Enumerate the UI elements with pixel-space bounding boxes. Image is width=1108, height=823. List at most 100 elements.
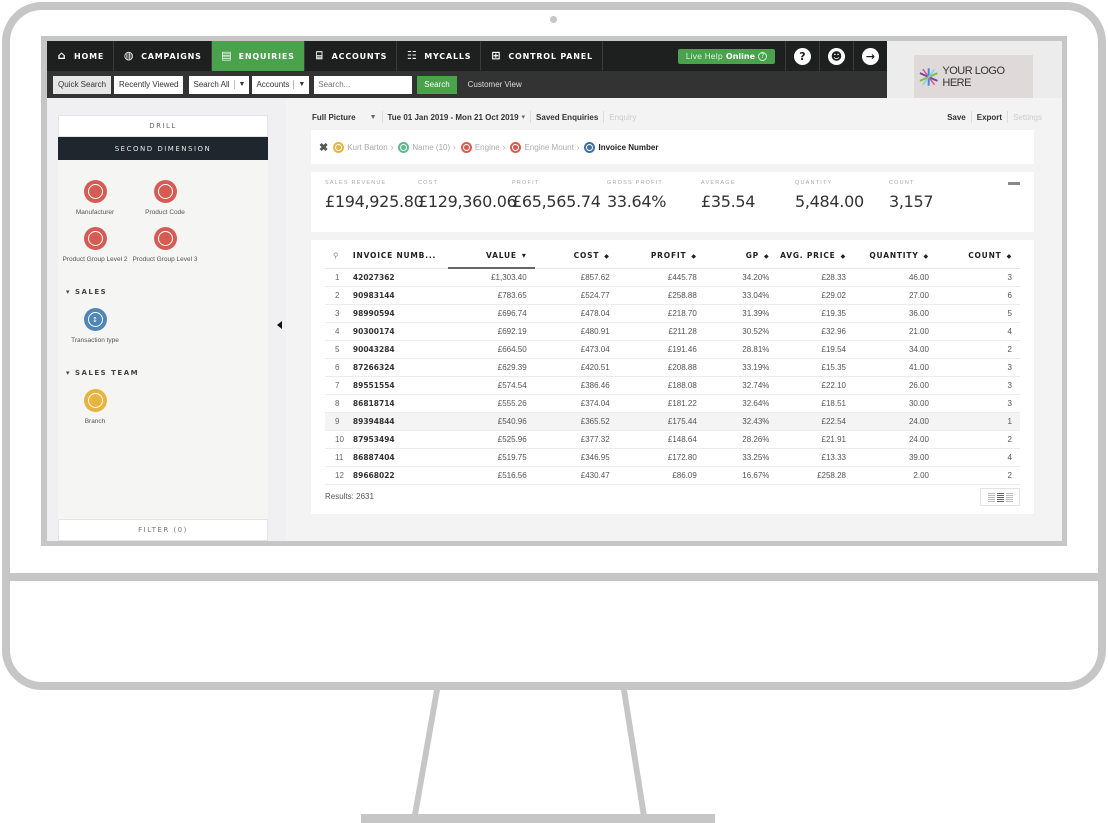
table-row[interactable]: 3 98990594 £696.74 £478.04 £218.70 31.39% £19.… [325, 304, 1020, 323]
save-button[interactable]: Save [947, 113, 966, 122]
drill-tab[interactable]: DRILL [58, 115, 268, 137]
kpi-cost: COST £129,360.06 [418, 180, 517, 211]
cell-count: 2 [936, 466, 1020, 485]
dimension-item[interactable]: Branch [60, 389, 130, 426]
customer-view-link[interactable]: Customer View [468, 80, 522, 89]
view-select[interactable]: Full Picture [312, 113, 356, 122]
search-input[interactable] [314, 75, 413, 94]
dimension-label: Manufacturer [75, 209, 115, 216]
dimension-item[interactable]: Product Code [130, 180, 200, 217]
invoice-number: 87953494 [352, 430, 448, 449]
cell-gp: 33.19% [704, 358, 778, 377]
dimension-item[interactable]: ↕ Transaction type [60, 308, 130, 345]
row-density-toggle[interactable] [980, 488, 1020, 506]
cell-avg-price: £258.28 [777, 466, 854, 485]
dimension-dot-icon [333, 141, 345, 153]
search-bar: Quick Search Recently Viewed Search All … [47, 71, 887, 98]
dimension-item[interactable]: Product Group Level 3 [130, 227, 200, 264]
saved-enquiries-link[interactable]: Saved Enquiries [536, 113, 598, 122]
table-row[interactable]: 1 42027362 £1,303.40 £857.62 £445.78 34.20% £2… [325, 268, 1020, 287]
dimension-item[interactable]: Product Group Level 2 [60, 227, 130, 264]
table-row[interactable]: 2 90983144 £783.65 £524.77 £258.88 33.04% £29.… [325, 286, 1020, 305]
dimension-dot-icon [510, 141, 522, 153]
filter-tab[interactable]: FILTER (0) [58, 519, 268, 541]
cell-count: 6 [936, 286, 1020, 305]
export-button[interactable]: Export [977, 113, 1002, 122]
table-row[interactable]: 6 87266324 £629.39 £420.51 £208.88 33.19% £15.… [325, 358, 1020, 377]
nav-home[interactable]: ⌂ HOME [47, 41, 115, 71]
cell-profit: £175.44 [617, 412, 705, 431]
cell-profit: £86.09 [617, 466, 705, 485]
minimize-icon[interactable] [1008, 182, 1020, 185]
monitor-chin-divider [2, 573, 1106, 581]
dropdown-arrow-icon[interactable]: ▾ [522, 113, 526, 121]
column-header-avg-price[interactable]: AVG. PRICE ◆ [777, 244, 854, 269]
table-row[interactable]: 11 86887404 £519.75 £346.95 £172.80 33.25% £13… [325, 448, 1020, 467]
column-header-invoice-numb[interactable]: INVOICE NUMB... [352, 244, 448, 269]
help-icon: ? [794, 47, 811, 65]
path-label: Engine Mount [524, 142, 574, 152]
nav-label: MYCALLS [424, 51, 472, 61]
nav-control-panel[interactable]: ⊞ CONTROL PANEL [481, 41, 603, 71]
column-header-quantity[interactable]: QUANTITY ◆ [853, 244, 937, 269]
collapse-sidebar-icon[interactable] [277, 321, 282, 329]
table-row[interactable]: 7 89551554 £574.54 £386.46 £188.08 32.74% £22.… [325, 376, 1020, 395]
close-icon[interactable]: ✖ [319, 141, 328, 154]
cell-quantity: 39.00 [853, 448, 937, 467]
nav-mycalls[interactable]: ☷ MYCALLS [397, 41, 482, 71]
table-search-icon[interactable]: ⚲ [325, 244, 353, 269]
live-help-button[interactable]: Live Help Online ? [677, 48, 775, 64]
search-entity-select[interactable]: Accounts ▼ [252, 75, 310, 94]
drill-path: ✖ Kurt Barton › Name (10) › Engine › Engine Mo… [311, 130, 1034, 164]
dimension-dot-icon [584, 141, 596, 153]
column-header-count[interactable]: COUNT ◆ [936, 244, 1020, 269]
date-range-select[interactable]: Tue 01 Jan 2019 - Mon 21 Oct 2019 [388, 113, 519, 122]
table-row[interactable]: 9 89394844 £540.96 £365.52 £175.44 32.43% £22.… [325, 412, 1020, 431]
path-item[interactable]: Engine › [460, 141, 505, 153]
column-header-value[interactable]: VALUE ▾ [447, 244, 535, 269]
nav-campaigns[interactable]: ◍ CAMPAIGNS [114, 41, 212, 71]
kpi-label: GROSS PROFIT [607, 180, 663, 186]
table-row[interactable]: 5 90043284 £664.50 £473.04 £191.46 28.81% £19.… [325, 340, 1020, 359]
path-item[interactable]: Kurt Barton › [333, 141, 393, 153]
logo-star-icon [919, 67, 938, 86]
help-button[interactable]: ? [785, 41, 819, 71]
kpi-value: £129,360.06 [418, 192, 517, 211]
second-dimension-tab[interactable]: SECOND DIMENSION [58, 137, 268, 160]
cell-value: £519.75 [447, 448, 535, 467]
user-button[interactable]: ☻ [819, 41, 853, 71]
nav-accounts[interactable]: ⌸ ACCOUNTS [305, 41, 398, 71]
bank-icon: ⌸ [315, 49, 324, 62]
column-label: COUNT [968, 251, 1002, 261]
column-header-gp[interactable]: GP ◆ [704, 244, 778, 269]
dimension-item[interactable]: Manufacturer [60, 180, 130, 217]
logout-button[interactable]: → [853, 41, 887, 71]
campaigns-icon: ◍ [123, 49, 135, 62]
cell-gp: 31.39% [704, 304, 778, 323]
table-row[interactable]: 4 90300174 £692.19 £480.91 £211.28 30.52% £32.… [325, 322, 1020, 341]
column-label: GP [745, 251, 759, 261]
invoice-number: 98990594 [352, 304, 448, 323]
table-row[interactable]: 12 89668022 £516.56 £430.47 £86.09 16.67% £258… [325, 466, 1020, 485]
path-item[interactable]: Invoice Number [584, 141, 658, 153]
search-button[interactable]: Search [417, 75, 457, 94]
search-scope-select[interactable]: Search All ▼ [189, 75, 250, 94]
sort-icon: ◆ [763, 253, 770, 261]
dimension-dot-icon [398, 141, 410, 153]
dropdown-arrow-icon[interactable]: ▼ [370, 114, 377, 121]
cell-value: £540.96 [447, 412, 535, 431]
quick-search-tab[interactable]: Quick Search [53, 75, 112, 94]
table-row[interactable]: 10 87953494 £525.96 £377.32 £148.64 28.26% £21… [325, 430, 1020, 449]
question-icon: ? [758, 51, 767, 61]
group-header[interactable]: ▾ SALES [58, 274, 268, 306]
cell-cost: £430.47 [534, 466, 618, 485]
path-item[interactable]: Engine Mount › [510, 141, 579, 153]
column-header-profit[interactable]: PROFIT ◆ [617, 244, 705, 269]
table-row[interactable]: 8 86818714 £555.26 £374.04 £181.22 32.64% £18.… [325, 394, 1020, 413]
nav-enquiries[interactable]: ▤ ENQUIRIES [211, 41, 305, 71]
density-wide-icon [1005, 492, 1013, 502]
path-item[interactable]: Name (10) › [398, 141, 456, 153]
recently-viewed-tab[interactable]: Recently Viewed [114, 75, 184, 94]
group-header[interactable]: ▾ SALES TEAM [58, 355, 268, 387]
column-header-cost[interactable]: COST ◆ [534, 244, 618, 269]
